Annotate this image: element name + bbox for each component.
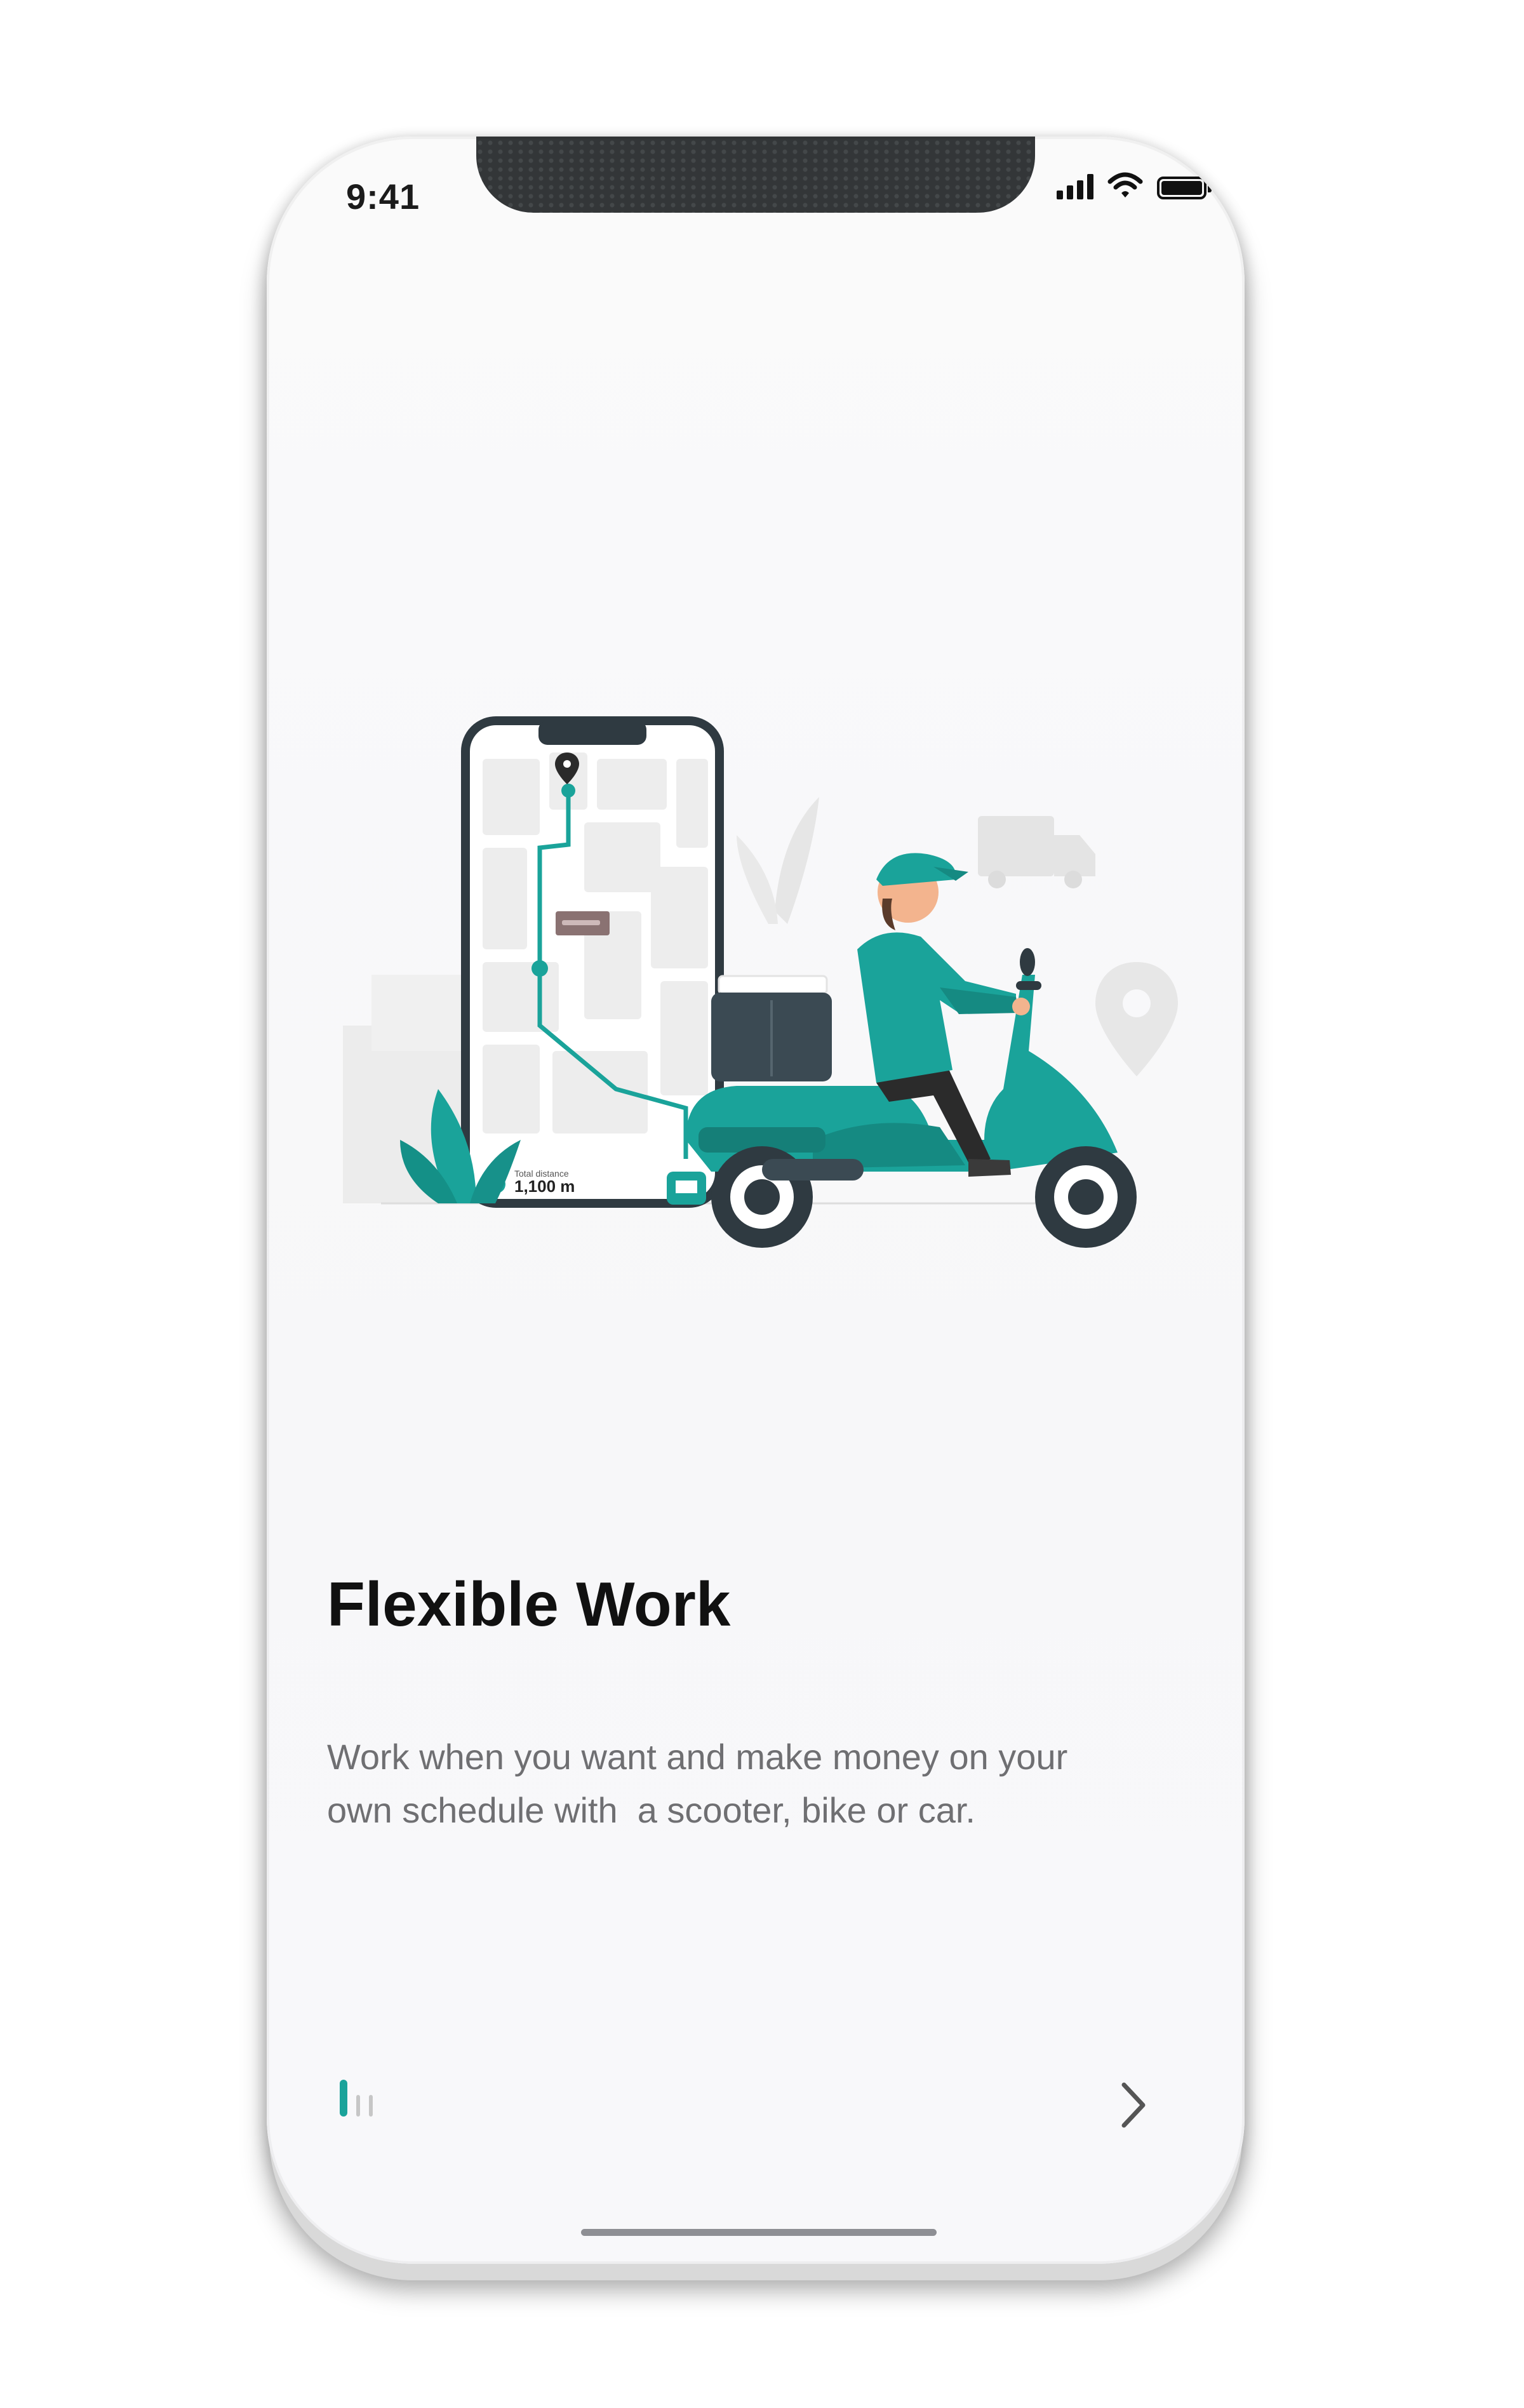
- phone-notch: [476, 137, 1035, 213]
- screen-canvas: 9:41 Total distance 1,100 m Flexible Wor…: [0, 0, 1524, 2408]
- delivery-scooter-illustration: Total distance 1,100 m: [343, 716, 1178, 1248]
- onboarding-title: Flexible Work: [327, 1569, 731, 1639]
- wifi-icon: [1107, 172, 1143, 197]
- cellular-signal-icon: [1057, 174, 1093, 199]
- page-indicator-dot: [369, 2095, 373, 2117]
- home-indicator[interactable]: [581, 2229, 937, 2236]
- map-distance-label: 1,100 m: [514, 1177, 575, 1196]
- onboarding-description: Work when you want and make money on you…: [327, 1737, 1068, 1830]
- page-indicator-dot: [356, 2095, 360, 2117]
- page-indicator: [340, 2080, 373, 2117]
- chevron-right-icon: [1121, 2082, 1146, 2128]
- next-button[interactable]: [1108, 2080, 1159, 2130]
- battery-icon: [1157, 177, 1212, 199]
- phone-frame: 9:41 Total distance 1,100 m Flexible Wor…: [267, 137, 1245, 2264]
- status-time: 9:41: [346, 177, 420, 217]
- page-indicator-active: [340, 2080, 347, 2117]
- status-icons: [1057, 171, 1212, 199]
